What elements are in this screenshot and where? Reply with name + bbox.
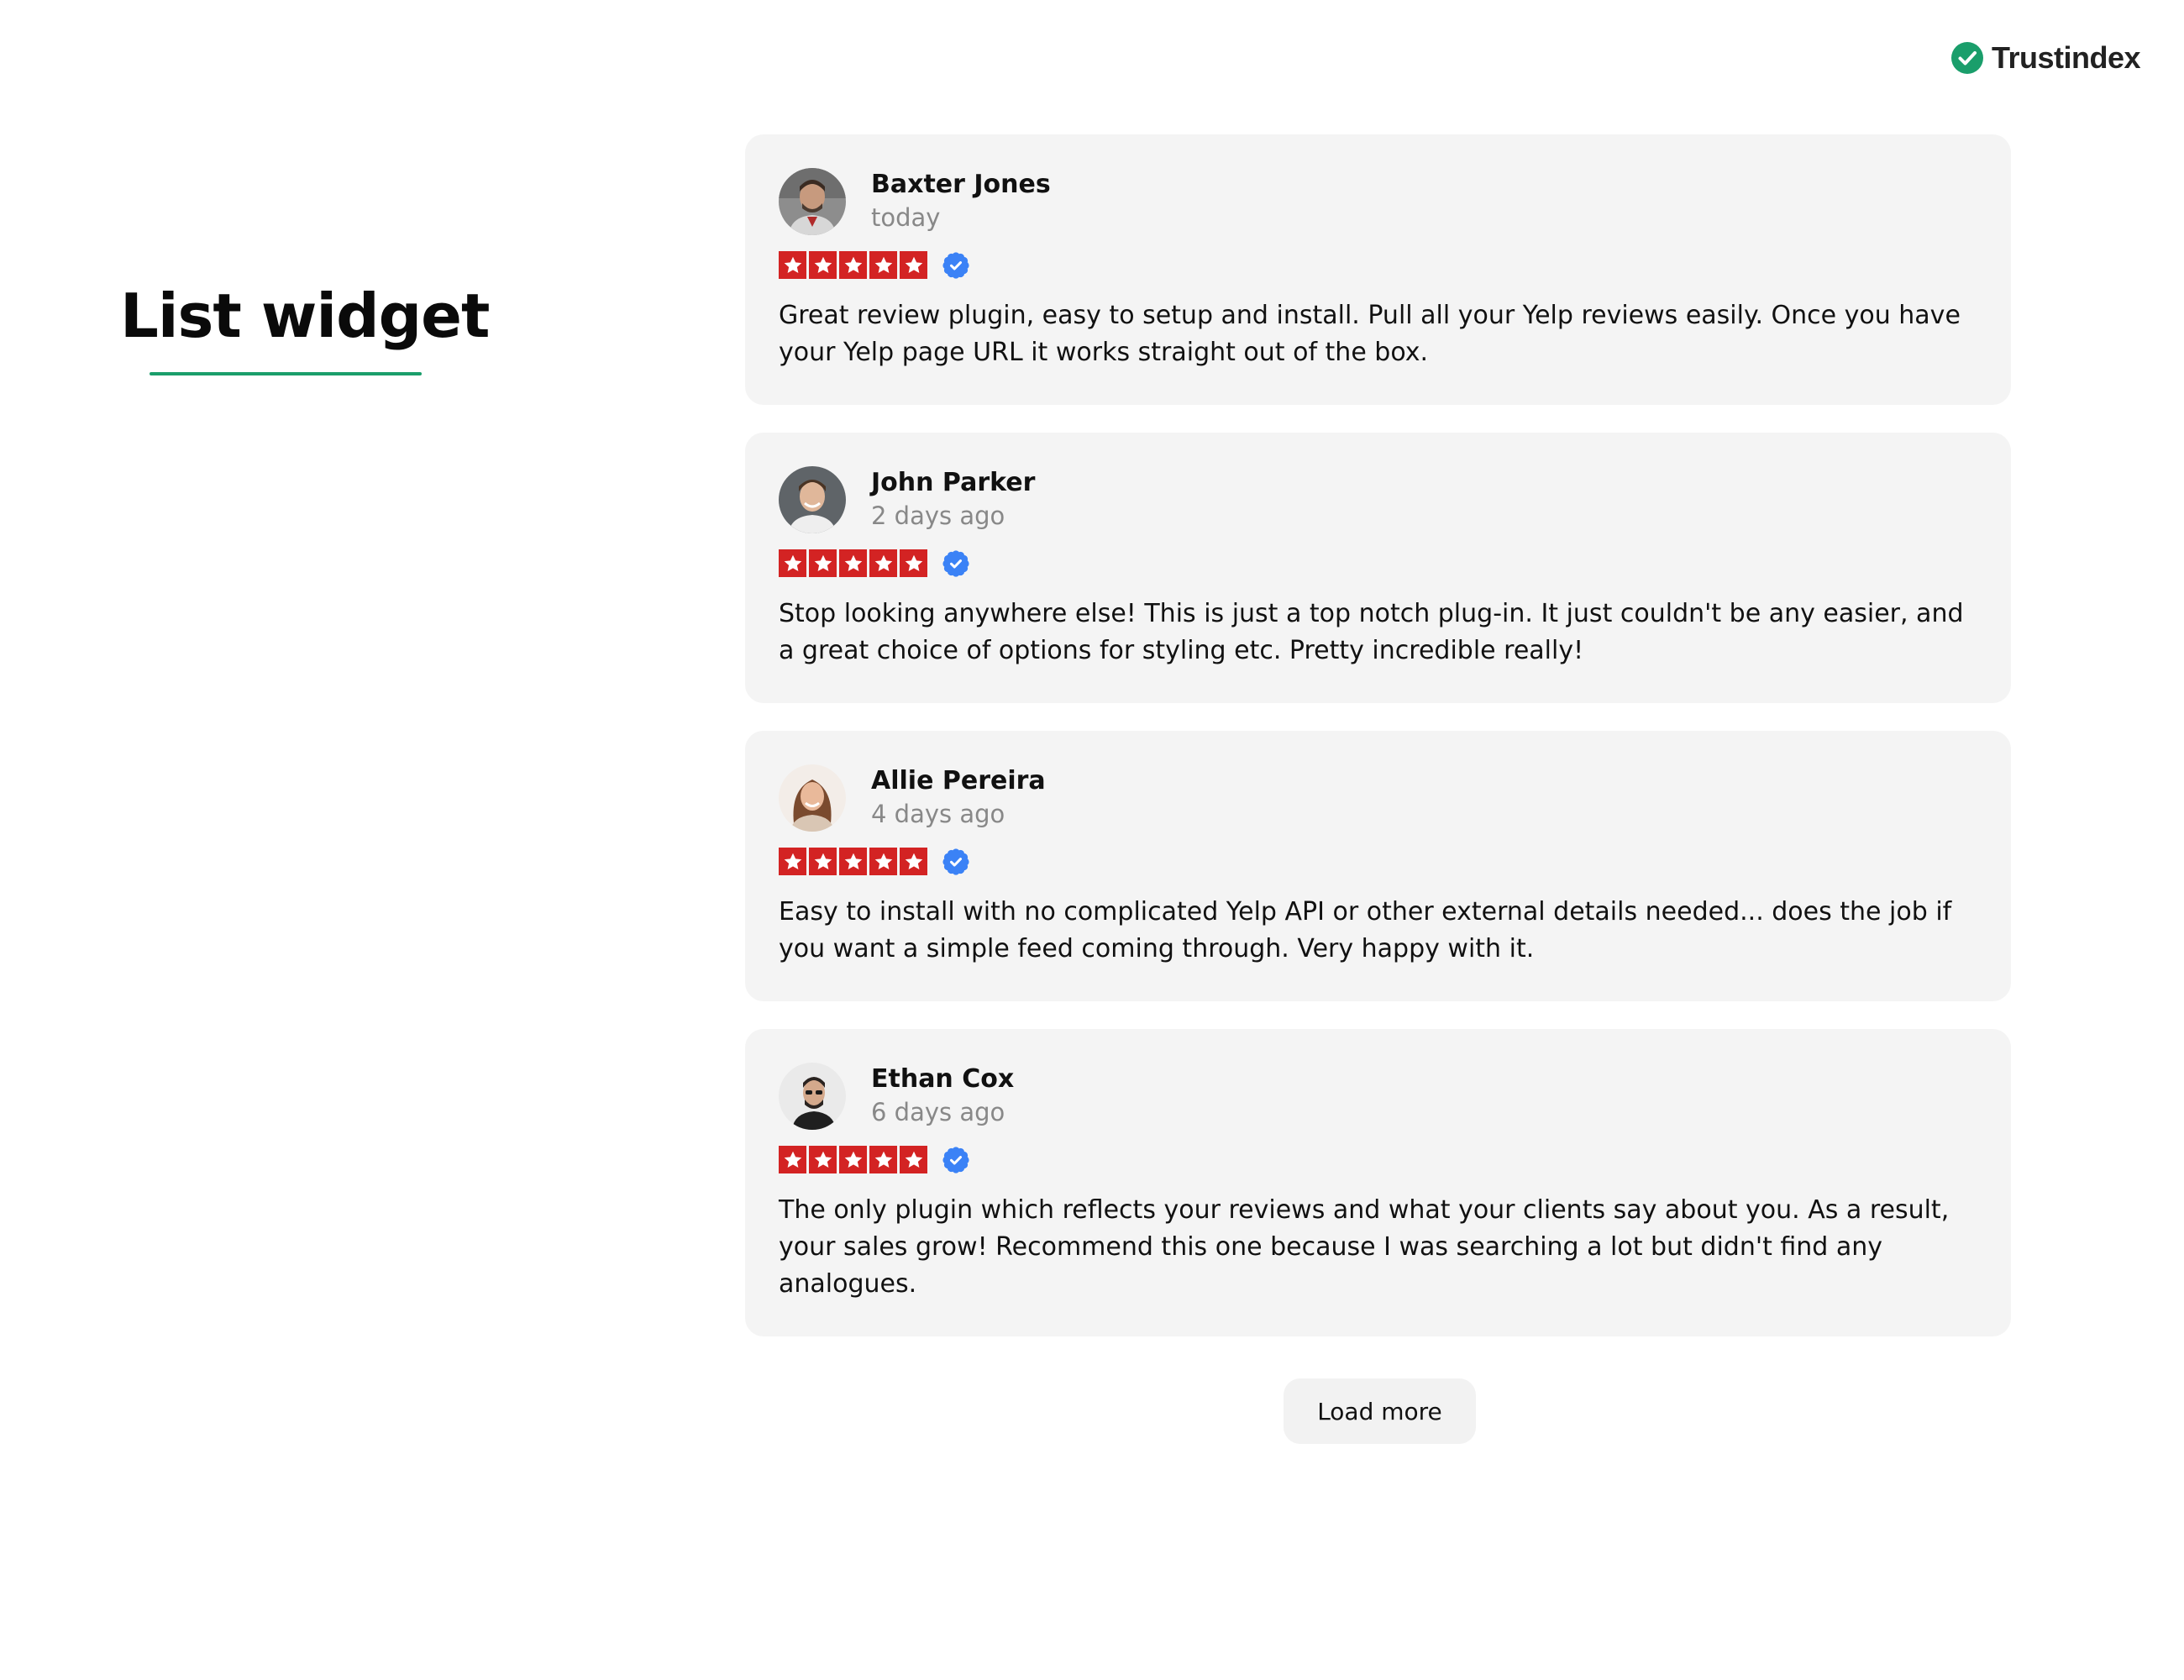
trustindex-logo[interactable]: Trustindex xyxy=(1951,40,2141,76)
reviewer-name: Baxter Jones xyxy=(871,170,1051,199)
star-icon xyxy=(839,1146,867,1173)
review-text: Great review plugin, easy to setup and i… xyxy=(779,301,1961,367)
star-icon xyxy=(779,251,806,279)
title-underline xyxy=(150,372,422,375)
star-icon xyxy=(779,1146,806,1173)
review-date: 6 days ago xyxy=(871,1098,1005,1126)
star-icon xyxy=(900,848,927,875)
rating-row xyxy=(779,1146,1977,1173)
star-icon xyxy=(809,549,837,577)
verified-badge-icon xyxy=(942,848,969,875)
review-text: Easy to install with no complicated Yelp… xyxy=(779,897,1952,963)
star-icon xyxy=(839,848,867,875)
star-icon xyxy=(900,251,927,279)
review-text: The only plugin which reflects your revi… xyxy=(779,1195,1950,1299)
avatar xyxy=(779,466,846,533)
star-icon xyxy=(809,848,837,875)
star-icon xyxy=(900,549,927,577)
star-icon xyxy=(869,1146,897,1173)
star-icon xyxy=(809,1146,837,1173)
review-header: John Parker 2 days ago xyxy=(779,466,1977,533)
star-icon xyxy=(809,251,837,279)
rating-row xyxy=(779,251,1977,279)
star-icon xyxy=(779,549,806,577)
star-icon xyxy=(779,848,806,875)
star-rating xyxy=(779,848,927,875)
reviewer-name: Ethan Cox xyxy=(871,1064,1015,1094)
star-icon xyxy=(900,1146,927,1173)
star-icon xyxy=(869,848,897,875)
star-icon xyxy=(839,549,867,577)
load-more-button[interactable]: Load more xyxy=(1284,1378,1476,1444)
check-circle-icon xyxy=(1951,42,1983,74)
review-card: Allie Pereira 4 days ago Easy to install… xyxy=(745,731,2011,1001)
page: Trustindex List widget Baxter Jones toda… xyxy=(0,0,2184,1680)
reviewer-name: John Parker xyxy=(871,468,1036,497)
rating-row xyxy=(779,848,1977,875)
star-icon xyxy=(869,251,897,279)
star-rating xyxy=(779,549,927,577)
avatar xyxy=(779,168,846,235)
star-icon xyxy=(869,549,897,577)
review-date: 2 days ago xyxy=(871,501,1005,530)
avatar xyxy=(779,764,846,832)
review-date: 4 days ago xyxy=(871,800,1005,828)
review-card: Ethan Cox 6 days ago The only plugin whi… xyxy=(745,1029,2011,1336)
review-card: Baxter Jones today Great review plugin, … xyxy=(745,134,2011,405)
review-card: John Parker 2 days ago Stop looking anyw… xyxy=(745,433,2011,703)
star-rating xyxy=(779,251,927,279)
review-list: Baxter Jones today Great review plugin, … xyxy=(745,134,2011,1364)
star-rating xyxy=(779,1146,927,1173)
reviewer-name: Allie Pereira xyxy=(871,766,1046,795)
avatar xyxy=(779,1063,846,1130)
review-date: today xyxy=(871,203,941,232)
rating-row xyxy=(779,549,1977,577)
verified-badge-icon xyxy=(942,251,969,279)
review-text: Stop looking anywhere else! This is just… xyxy=(779,599,1964,665)
review-header: Ethan Cox 6 days ago xyxy=(779,1063,1977,1130)
star-icon xyxy=(839,251,867,279)
review-header: Baxter Jones today xyxy=(779,168,1977,235)
verified-badge-icon xyxy=(942,549,969,577)
verified-badge-icon xyxy=(942,1146,969,1173)
brand-name: Trustindex xyxy=(1992,40,2141,75)
review-header: Allie Pereira 4 days ago xyxy=(779,764,1977,832)
page-title: List widget xyxy=(120,281,490,351)
